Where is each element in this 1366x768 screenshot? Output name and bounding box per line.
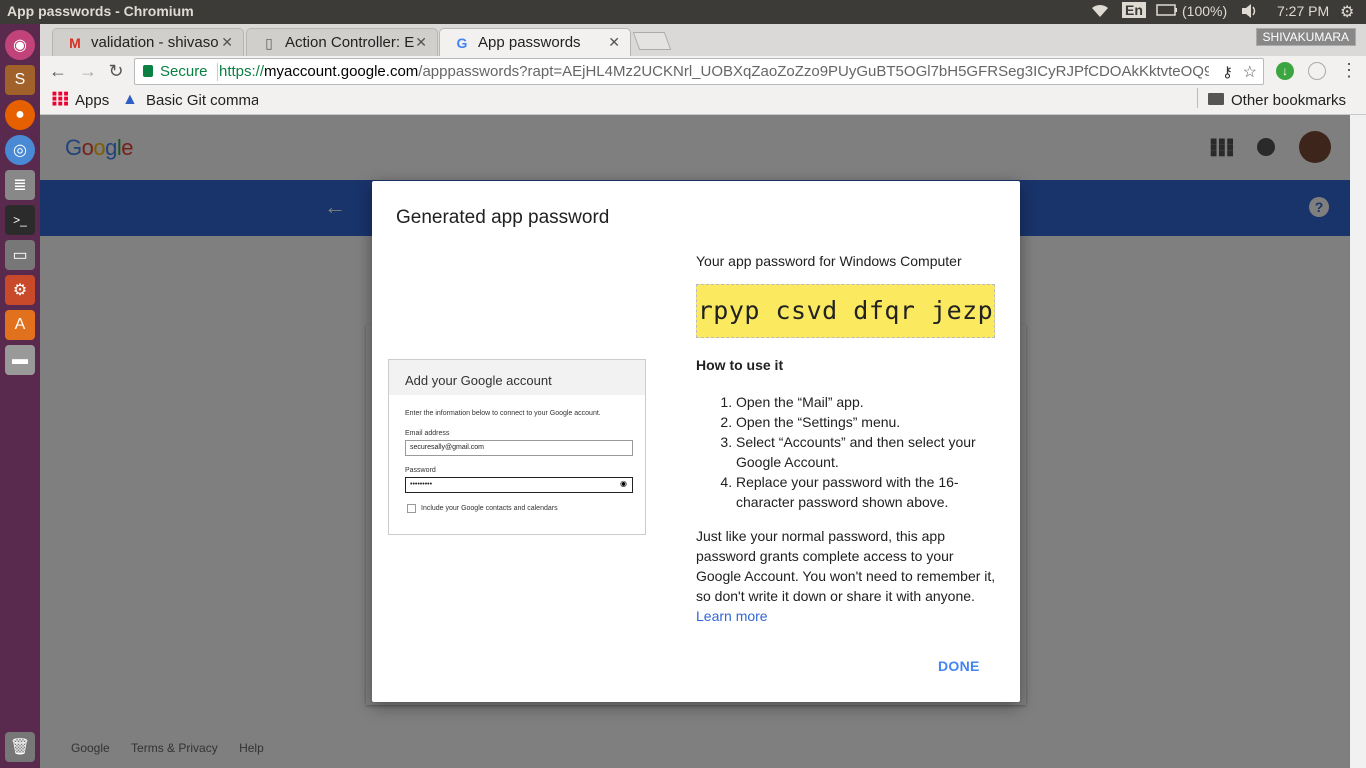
mail-setup-illustration: Add your Google account Enter the inform… (388, 359, 646, 535)
battery-percentage: (100%) (1182, 3, 1228, 19)
profile-badge[interactable]: SHIVAKUMARA (1255, 28, 1356, 46)
atlassian-icon: ▲ (122, 91, 138, 108)
eye-icon: ◉ (620, 479, 627, 488)
download-extension-icon[interactable]: ↓ (1276, 62, 1294, 80)
software-center-icon[interactable]: A (5, 310, 35, 340)
password-for-label: Your app password for Windows Computer (696, 253, 962, 269)
database-icon[interactable]: ≣ (5, 170, 35, 200)
page-content: Google ■■■■■■■■■ ← ? Generated app passw… (40, 115, 1366, 768)
window-title: App passwords - Chromium (7, 3, 194, 19)
forward-arrow-icon[interactable]: → (76, 60, 100, 84)
volume-icon[interactable] (1240, 3, 1260, 22)
mock-password-label: Password (405, 467, 436, 474)
keyboard-layout-indicator[interactable]: En (1122, 2, 1146, 18)
learn-more-link[interactable]: Learn more (696, 608, 768, 624)
footer-links: Google Terms & Privacy Help (71, 741, 264, 755)
sublime-text-icon[interactable]: S (5, 65, 35, 95)
new-tab-button[interactable] (632, 32, 672, 50)
mock-checkbox (407, 504, 416, 513)
extension-icon[interactable] (1308, 62, 1326, 80)
mock-description: Enter the information below to connect t… (405, 410, 601, 417)
note-text: Just like your normal password, this app… (696, 528, 996, 604)
divider (1197, 88, 1198, 108)
close-tab-icon[interactable]: ✕ (415, 34, 427, 51)
how-to-heading: How to use it (696, 357, 784, 373)
url-scheme: https:// (219, 63, 265, 80)
close-tab-icon[interactable]: ✕ (608, 34, 620, 51)
scrollbar[interactable] (1350, 115, 1366, 768)
secure-label: Secure (160, 63, 208, 80)
mock-heading: Add your Google account (389, 360, 645, 395)
url-path: /apppasswords?rapt=AEjHL4Mz2UCKNrl_UOBXq… (418, 63, 1209, 80)
mock-password-field: ••••••••• (405, 477, 633, 493)
folder-icon (1208, 93, 1224, 105)
back-arrow-icon[interactable]: ← (46, 60, 70, 84)
step-item: Select “Accounts” and then select your G… (736, 432, 996, 472)
menu-icon[interactable]: ⋮ (1340, 60, 1358, 81)
tab-label: Action Controller: E (285, 34, 415, 51)
battery-icon[interactable] (1156, 3, 1178, 20)
system-top-bar: App passwords - Chromium En (100%) 7:27 … (0, 0, 1366, 24)
dash-icon[interactable]: ◉ (5, 30, 35, 60)
address-bar[interactable]: Secure https://myaccount.google.com/appp… (134, 58, 1264, 85)
file-manager-icon[interactable]: ▭ (5, 240, 35, 270)
footer-help-link[interactable]: Help (239, 741, 264, 755)
url-text[interactable]: https://myaccount.google.com/apppassword… (219, 63, 1209, 80)
apps-grid-icon: ■■■ ■■■ ■■■ (52, 89, 70, 108)
system-settings-icon[interactable]: ⚙ (5, 275, 35, 305)
tab-label: App passwords (478, 34, 581, 51)
settings-gear-icon[interactable]: ⚙ (1340, 2, 1354, 22)
step-item: Open the “Mail” app. (736, 392, 996, 412)
done-button[interactable]: DONE (938, 658, 980, 674)
mock-checkbox-label: Include your Google contacts and calenda… (421, 505, 558, 512)
reload-icon[interactable]: ↻ (104, 60, 128, 84)
bookmark-basic-git[interactable]: Basic Git comma (146, 92, 258, 109)
step-item: Replace your password with the 16-charac… (736, 472, 996, 512)
close-tab-icon[interactable]: ✕ (221, 34, 233, 51)
security-note: Just like your normal password, this app… (696, 526, 1000, 626)
generated-password[interactable]: rpyp csvd dfqr jezp (696, 284, 995, 338)
document-icon: ▯ (265, 35, 273, 51)
divider (217, 63, 218, 81)
footer-terms-link[interactable]: Terms & Privacy (131, 741, 218, 755)
mock-email-field: securesally@gmail.com (405, 440, 633, 456)
tab-action-controller[interactable]: ▯ Action Controller: E ✕ (246, 28, 438, 56)
url-host: myaccount.google.com (264, 63, 419, 80)
terminal-icon[interactable]: >_ (5, 205, 35, 235)
generated-password-dialog: Generated app password Add your Google a… (372, 181, 1020, 702)
trash-icon[interactable]: 🗑 (5, 732, 35, 762)
firefox-icon[interactable]: ● (5, 100, 35, 130)
bookmark-other[interactable]: Other bookmarks (1231, 92, 1346, 109)
launcher: ◉ S ● ◎ ≣ >_ ▭ ⚙ A ▬ 🗑 (0, 24, 40, 768)
footer-google-link[interactable]: Google (71, 741, 110, 755)
google-icon: G (456, 35, 468, 51)
tab-app-passwords[interactable]: G App passwords ✕ (439, 28, 631, 57)
chromium-icon[interactable]: ◎ (5, 135, 35, 165)
key-icon[interactable]: ⚷ (1222, 63, 1233, 81)
mock-email-label: Email address (405, 430, 450, 437)
wifi-icon[interactable] (1090, 3, 1110, 22)
bookmark-apps[interactable]: Apps (75, 92, 109, 109)
bookmark-star-icon[interactable]: ☆ (1243, 62, 1257, 82)
instruction-steps: Open the “Mail” app. Open the “Settings”… (716, 392, 996, 512)
tab-validation[interactable]: M validation - shivaso ✕ (52, 28, 244, 56)
browser-toolbar: ← → ↻ Secure https://myaccount.google.co… (40, 56, 1366, 87)
tab-label: validation - shivaso (91, 34, 219, 51)
lock-icon (143, 65, 153, 77)
dialog-title: Generated app password (396, 207, 610, 228)
clock[interactable]: 7:27 PM (1277, 3, 1329, 19)
bookmarks-bar: ■■■ ■■■ ■■■ Apps ▲ Basic Git comma Other b… (40, 87, 1366, 115)
step-item: Open the “Settings” menu. (736, 412, 996, 432)
gmail-icon: M (69, 35, 81, 51)
drive-icon[interactable]: ▬ (5, 345, 35, 375)
